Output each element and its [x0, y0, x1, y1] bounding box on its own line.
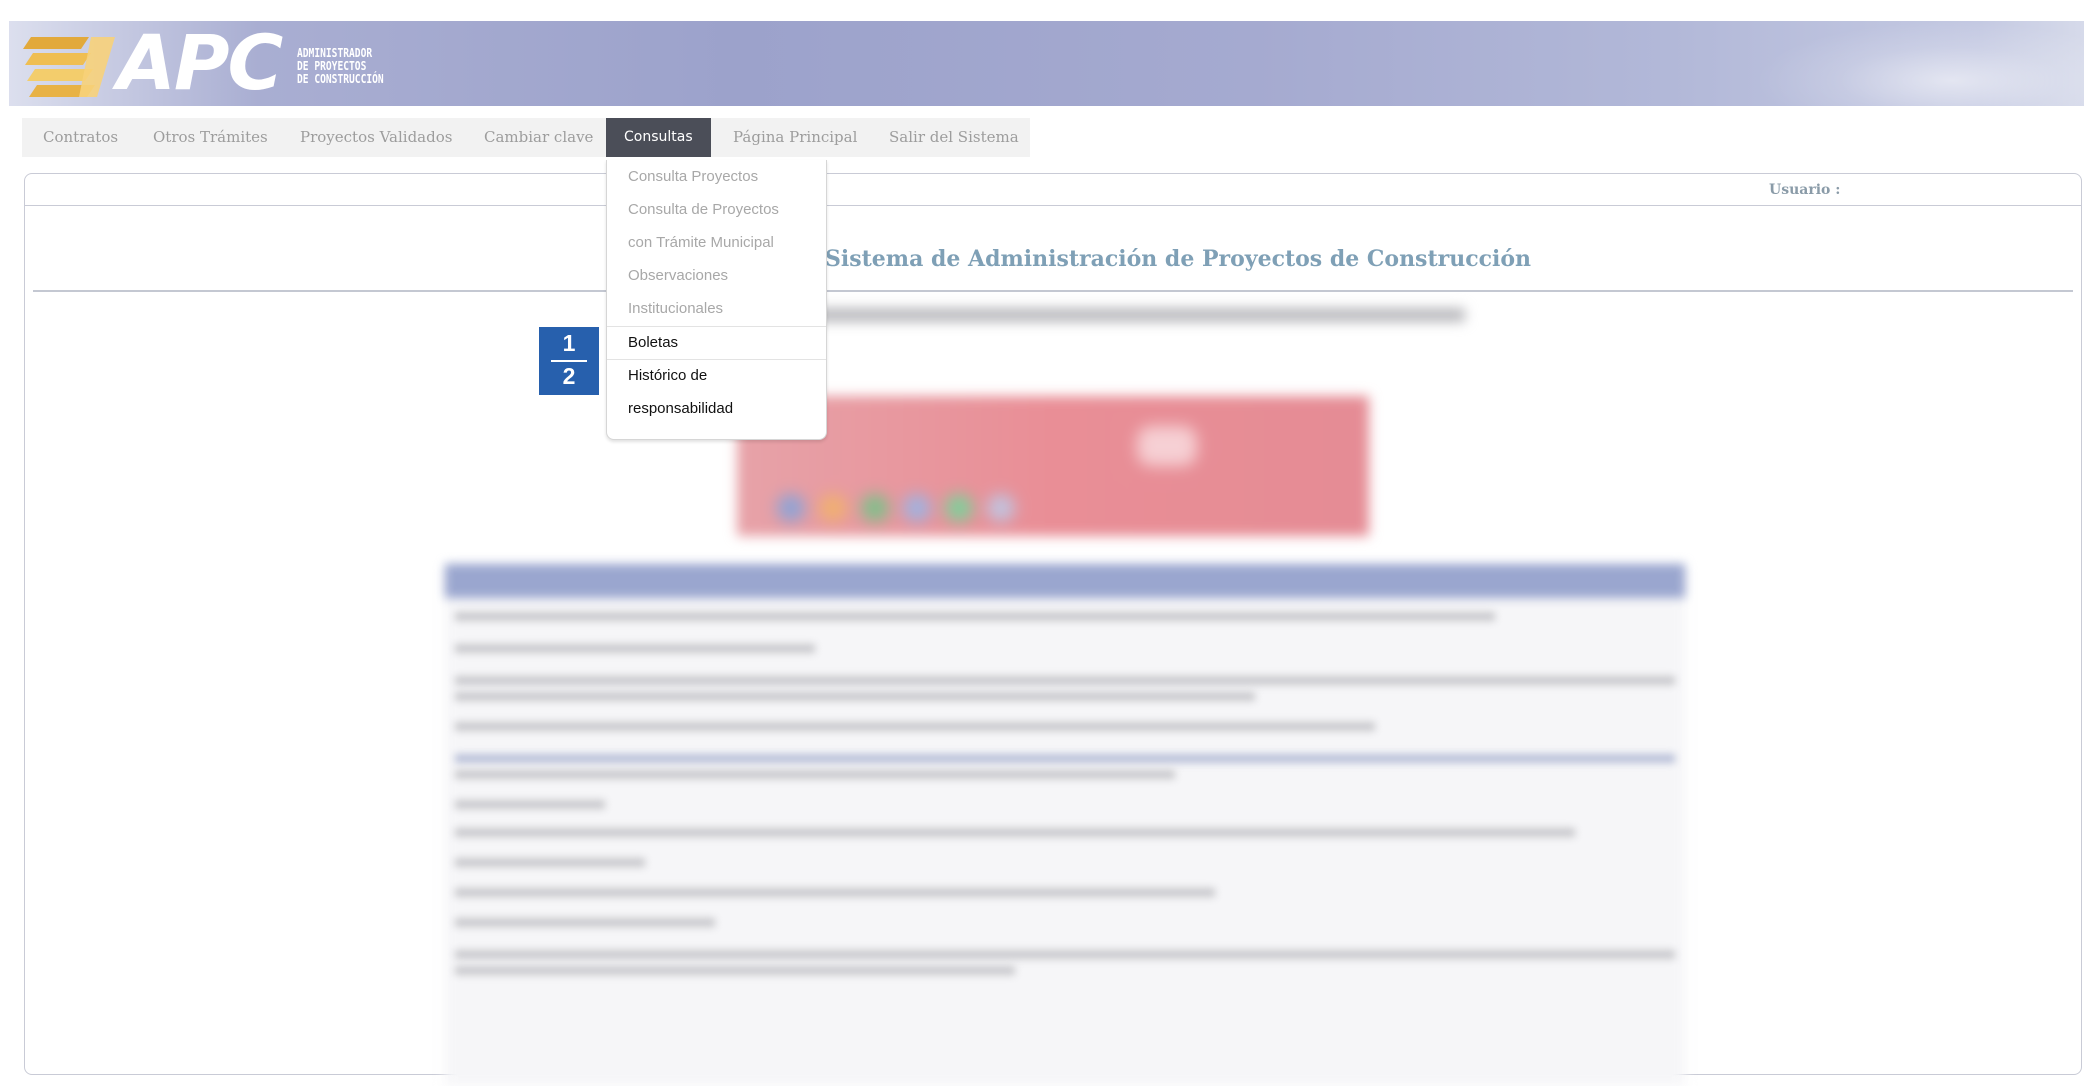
dropdown-divider	[607, 326, 826, 327]
dropdown-item-historico-responsabilidad-line2[interactable]: responsabilidad	[628, 400, 733, 417]
blurred-subtitle	[815, 308, 1465, 322]
menu-item-otros-tramites[interactable]: Otros Trámites	[153, 118, 268, 157]
banner-decoration	[1754, 21, 2084, 106]
blurred-card-header	[445, 564, 1685, 598]
dropdown-item-boletas[interactable]: Boletas	[628, 334, 678, 351]
blurred-text-line	[455, 966, 1015, 975]
blurred-text-line	[455, 770, 1175, 779]
blurred-banner-image	[737, 396, 1369, 536]
blurred-text-line	[455, 754, 1675, 763]
main-panel: Usuario : Sistema de Administración de P…	[24, 173, 2082, 1086]
blurred-text-line	[455, 722, 1375, 731]
menu-item-consultas[interactable]: Consultas	[606, 118, 711, 157]
blurred-text-line	[455, 676, 1675, 685]
blurred-dot	[861, 494, 889, 522]
consultas-dropdown: Consulta Proyectos Consulta de Proyectos…	[606, 160, 827, 440]
step-number-top: 1	[562, 330, 576, 356]
dropdown-item-consulta-tramite-municipal-line2[interactable]: con Trámite Municipal	[628, 234, 774, 251]
blurred-text-line	[455, 950, 1675, 959]
logo-text: APC	[117, 21, 283, 106]
menu-item-salir[interactable]: Salir del Sistema	[889, 118, 1019, 157]
blurred-dot	[819, 494, 847, 522]
page-title: Sistema de Administración de Proyectos d…	[825, 246, 1532, 272]
blurred-text-line	[455, 828, 1575, 837]
title-divider	[33, 290, 2073, 292]
main-menu: Contratos Otros Trámites Proyectos Valid…	[22, 118, 1030, 157]
menu-item-pagina-principal[interactable]: Página Principal	[733, 118, 857, 157]
apc-logo-icon	[23, 37, 115, 97]
blurred-logo	[1137, 426, 1197, 466]
header-banner: APC ADMINISTRADOR DE PROYECTOS DE CONSTR…	[9, 21, 2084, 106]
blurred-text-line	[455, 918, 715, 927]
logo-subtitle: ADMINISTRADOR DE PROYECTOS DE CONSTRUCCI…	[297, 47, 437, 86]
step-indicator: 1 2	[539, 327, 599, 395]
dropdown-item-consulta-tramite-municipal[interactable]: Consulta de Proyectos	[628, 201, 779, 218]
blurred-dot	[903, 494, 931, 522]
menu-item-proyectos-validados[interactable]: Proyectos Validados	[300, 118, 452, 157]
blurred-dot	[987, 494, 1015, 522]
blurred-text-line	[455, 692, 1255, 701]
dropdown-item-observaciones-institucionales[interactable]: Observaciones	[628, 267, 728, 284]
user-label: Usuario :	[1769, 182, 1841, 198]
blurred-text-line	[455, 888, 1215, 897]
step-divider	[551, 360, 587, 362]
blurred-text-line	[455, 800, 605, 809]
blurred-text-line	[455, 612, 1495, 621]
menu-item-contratos[interactable]: Contratos	[43, 118, 118, 157]
logo-subtitle-line: DE CONSTRUCCIÓN	[297, 72, 384, 86]
dropdown-item-consulta-proyectos[interactable]: Consulta Proyectos	[628, 168, 758, 185]
step-number-bottom: 2	[562, 363, 576, 389]
dropdown-item-historico-responsabilidad[interactable]: Histórico de	[628, 367, 707, 384]
dropdown-item-observaciones-institucionales-line2[interactable]: Institucionales	[628, 300, 723, 317]
menu-item-cambiar-clave[interactable]: Cambiar clave	[484, 118, 593, 157]
blurred-text-line	[455, 644, 815, 653]
panel-divider	[25, 205, 2081, 206]
blurred-dot	[777, 494, 805, 522]
dropdown-divider	[607, 359, 826, 360]
blurred-text-line	[455, 858, 645, 867]
blurred-dot	[945, 494, 973, 522]
